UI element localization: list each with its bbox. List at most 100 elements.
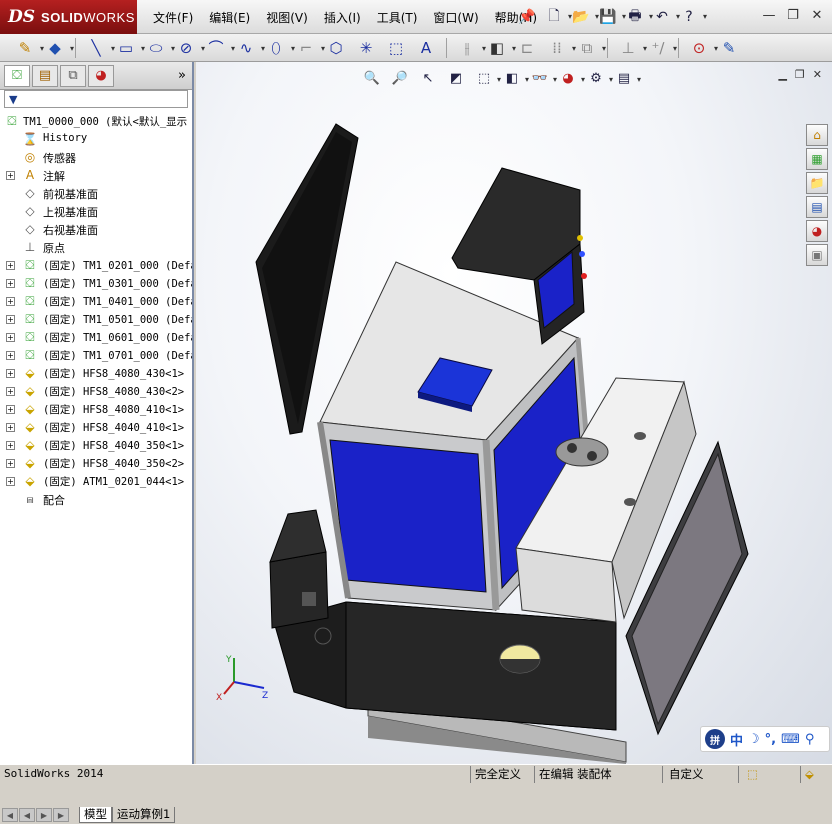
rectangle-icon[interactable]: ▭ [113,37,145,59]
instant2d-icon[interactable]: ✎ [716,37,742,59]
new-document-icon[interactable]: 🗋 [542,5,572,29]
tree-item-label: 原点 [43,242,65,255]
pin-icon[interactable]: 📌 [515,5,539,29]
open-folder-icon[interactable]: 📂 [569,5,599,29]
menu-view[interactable]: 视图(V) [258,9,316,26]
tree-item[interactable]: ⌛ History [0,130,192,148]
feature-manager-tab-icon[interactable]: ⛋ [4,64,30,87]
expand-toggle[interactable]: + [6,279,15,288]
tree-item[interactable]: + ⬙ (固定) HFS8_4080_410<1> [0,400,192,418]
tree-item[interactable]: ⩎ 配合 [0,490,192,508]
tree-item[interactable]: ◇ 前视基准面 [0,184,192,202]
circle-icon[interactable]: ⊘ [173,37,205,59]
minimize-icon[interactable]: — [760,6,778,24]
tree-item-label: (固定) TM1_0501_000 (Defau [43,314,192,326]
tab-model[interactable]: 模型 [79,807,112,823]
slot-icon[interactable]: ⬭ [143,37,175,59]
polygon-icon[interactable]: ⬡ [323,37,349,59]
property-manager-tab-icon[interactable]: ▤ [32,64,58,87]
expand-toggle[interactable]: + [6,297,15,306]
first-tab-arrow-icon[interactable]: ◀ [2,808,18,822]
close-icon[interactable]: ✕ [808,6,826,24]
move-entities-icon[interactable]: ⧉ [574,37,606,59]
linear-pattern-icon[interactable]: ⁞⁞ [544,37,576,59]
expand-toggle[interactable]: + [6,441,15,450]
menu-edit[interactable]: 编辑(E) [201,9,258,26]
restore-icon[interactable]: ❐ [784,6,802,24]
print-icon[interactable]: 🖶 [623,5,653,29]
tree-item[interactable]: + ⬙ (固定) ATM1_0201_044<1> [0,472,192,490]
ellipse-icon[interactable]: ⬯ [263,37,295,59]
tree-item[interactable]: + ⬙ (固定) HFS8_4040_350<1> [0,436,192,454]
ime-punctuation-icon[interactable]: °, [765,732,776,747]
tree-item[interactable]: + ⛋ (固定) TM1_0201_000 (Defau [0,256,192,274]
text-icon[interactable]: A [413,37,439,59]
ime-moon-icon[interactable]: ☽ [748,732,760,747]
spline-icon[interactable]: ∿ [233,37,265,59]
tree-item[interactable]: + ⛋ (固定) TM1_0601_000 (Defau [0,328,192,346]
tree-item[interactable]: ◇ 右视基准面 [0,220,192,238]
ime-language-toggle[interactable]: 中 [730,730,743,749]
expand-toggle[interactable]: + [6,387,15,396]
tree-item[interactable]: + ⬙ (固定) HFS8_4040_350<2> [0,454,192,472]
expand-toggle[interactable]: + [6,333,15,342]
ime-logo-icon[interactable]: 拼 [705,729,725,749]
expand-toggle[interactable]: + [6,423,15,432]
fillet-icon[interactable]: ⌐ [293,37,325,59]
tree-root-assembly[interactable]: ⛋ TM1_0000_000 (默认<默认_显示 [0,112,192,130]
repair-sketch-icon[interactable]: ⁺∕ [645,37,678,59]
tree-filter[interactable]: ▼ [4,90,188,108]
tree-item[interactable]: ⊥ 原点 [0,238,192,256]
expand-toggle[interactable]: + [6,351,15,360]
line-icon[interactable]: ╲ [83,37,115,59]
menu-insert[interactable]: 插入(I) [316,9,369,26]
tab-motion-study[interactable]: 运动算例1 [112,807,176,823]
display-relations-icon[interactable]: ⊥ [615,37,647,59]
ime-settings-icon[interactable]: ⚲ [805,732,815,747]
help-tag-icon[interactable]: ⬙ [800,766,828,783]
undo-icon[interactable]: ↶ [650,5,680,29]
expand-toggle[interactable]: + [6,459,15,468]
menu-window[interactable]: 窗口(W) [425,9,486,26]
menu-file[interactable]: 文件(F) [145,9,201,26]
rapid-sketch-icon[interactable]: ⊙ [686,37,718,59]
expand-toggle[interactable]: + [6,261,15,270]
convert-entities-icon[interactable]: ◧ [484,37,516,59]
next-tab-arrow-icon[interactable]: ▶ [36,808,52,822]
expand-toggle[interactable]: + [6,369,15,378]
smart-dimension-icon[interactable]: ◆ [42,37,74,59]
tree-item[interactable]: + ⛋ (固定) TM1_0701_000 (Defau [0,346,192,364]
mirror-icon[interactable]: ⫲ [454,37,486,59]
last-tab-arrow-icon[interactable]: ▶ [53,808,69,822]
arc-icon[interactable]: ⌒ [203,37,235,59]
tree-item[interactable]: + ⛋ (固定) TM1_0501_000 (Defau [0,310,192,328]
graphics-area[interactable]: 🔍 🔎 ↖ ◩ ⬚ ◧ 👓 ◕ ⚙ ▤ ▁ ❐ ✕ ⌂ ▦ 📁 ▤ ◕ ▣ [196,62,832,764]
expand-toggle[interactable]: + [6,405,15,414]
menu-tools[interactable]: 工具(T) [369,9,426,26]
tree-item[interactable]: + ⬙ (固定) HFS8_4080_430<2> [0,382,192,400]
tree-item[interactable]: + ⬙ (固定) HFS8_4080_430<1> [0,364,192,382]
expand-toggle[interactable]: + [6,477,15,486]
help-icon[interactable]: ? [677,5,707,29]
configuration-manager-tab-icon[interactable]: ⧉ [60,64,86,87]
tree-item[interactable]: ◎ 传感器 [0,148,192,166]
tree-item[interactable]: + A 注解 [0,166,192,184]
save-icon[interactable]: 💾 [596,5,626,29]
point-icon[interactable]: ✳ [353,37,379,59]
solidworks-logo[interactable]: DS SOLIDWORKS [0,0,137,34]
display-manager-tab-icon[interactable]: ◕ [88,64,114,87]
rebuild-icon[interactable]: ⬚ [738,766,782,783]
expand-toggle[interactable]: + [6,171,15,180]
tree-item[interactable]: + ⬙ (固定) HFS8_4040_410<1> [0,418,192,436]
sketch-icon[interactable]: ✎ [12,37,44,59]
construction-geometry-icon[interactable]: ⬚ [383,37,409,59]
status-units[interactable]: 自定义 [662,766,738,783]
expand-toggle[interactable]: + [6,315,15,324]
expand-chevron-icon[interactable]: » [178,68,186,83]
tree-item[interactable]: + ⛋ (固定) TM1_0301_000 (Defau [0,274,192,292]
tree-item[interactable]: + ⛋ (固定) TM1_0401_000 (Defau [0,292,192,310]
tree-item[interactable]: ◇ 上视基准面 [0,202,192,220]
ime-keyboard-icon[interactable]: ⌨ [781,732,800,747]
offset-icon[interactable]: ⊏ [514,37,540,59]
prev-tab-arrow-icon[interactable]: ◀ [19,808,35,822]
